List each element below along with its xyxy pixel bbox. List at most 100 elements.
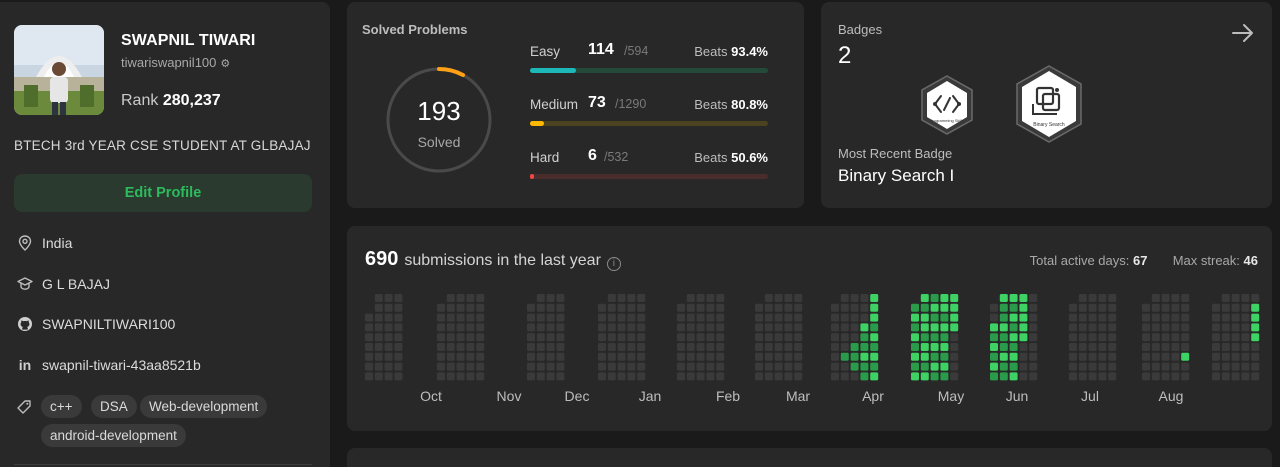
heatmap-cell[interactable] <box>1019 313 1028 322</box>
heatmap-cell[interactable] <box>536 303 545 312</box>
heatmap-cell[interactable] <box>374 323 383 332</box>
heatmap-cell[interactable] <box>1212 323 1220 332</box>
heatmap-cell[interactable] <box>1142 343 1150 351</box>
heatmap-cell[interactable] <box>1212 303 1220 312</box>
heatmap-cell[interactable] <box>527 352 535 361</box>
heatmap-cell[interactable] <box>617 303 626 312</box>
heatmap-cell[interactable] <box>1069 362 1077 371</box>
heatmap-cell[interactable] <box>755 343 763 351</box>
heatmap-cell[interactable] <box>706 303 715 312</box>
heatmap-cell[interactable] <box>527 333 535 342</box>
arrow-right-icon[interactable] <box>1230 20 1256 46</box>
heatmap-cell[interactable] <box>1241 352 1250 361</box>
heatmap-cell[interactable] <box>1069 313 1077 322</box>
heatmap-cell[interactable] <box>637 303 646 312</box>
heatmap-cell[interactable] <box>1029 372 1038 381</box>
heatmap-cell[interactable] <box>696 343 705 351</box>
heatmap-cell[interactable] <box>794 362 803 371</box>
heatmap-cell[interactable] <box>607 362 616 371</box>
heatmap-cell[interactable] <box>840 372 849 381</box>
heatmap-cell[interactable] <box>476 313 485 322</box>
heatmap-cell[interactable] <box>1029 333 1038 342</box>
heatmap-cell[interactable] <box>1161 362 1170 371</box>
heatmap-cell[interactable] <box>1151 362 1160 371</box>
heatmap-cell[interactable] <box>1098 352 1107 361</box>
heatmap-cell[interactable] <box>1181 303 1190 312</box>
heatmap-cell[interactable] <box>1098 343 1107 351</box>
heatmap-cell[interactable] <box>774 343 783 351</box>
heatmap-cell[interactable] <box>716 323 725 332</box>
heatmap-cell[interactable] <box>394 303 403 312</box>
heatmap-cell[interactable] <box>627 343 636 351</box>
heatmap-cell[interactable] <box>911 323 919 332</box>
heatmap-cell[interactable] <box>627 372 636 381</box>
heatmap-cell[interactable] <box>686 294 695 302</box>
heatmap-cell[interactable] <box>1088 343 1097 351</box>
heatmap-cell[interactable] <box>696 372 705 381</box>
heatmap-cell[interactable] <box>637 352 646 361</box>
heatmap-cell[interactable] <box>1161 294 1170 302</box>
heatmap-cell[interactable] <box>1029 323 1038 332</box>
heatmap-cell[interactable] <box>1251 333 1260 342</box>
heatmap-cell[interactable] <box>860 323 869 332</box>
heatmap-cell[interactable] <box>1231 303 1240 312</box>
heatmap-cell[interactable] <box>990 323 998 332</box>
heatmap-cell[interactable] <box>1251 303 1260 312</box>
heatmap-cell[interactable] <box>940 343 949 351</box>
heatmap-cell[interactable] <box>990 303 998 312</box>
heatmap-cell[interactable] <box>920 343 929 351</box>
heatmap-cell[interactable] <box>394 372 403 381</box>
info-icon[interactable]: i <box>606 256 621 271</box>
heatmap-cell[interactable] <box>1161 333 1170 342</box>
heatmap-cell[interactable] <box>546 333 555 342</box>
heatmap-cell[interactable] <box>677 362 685 371</box>
github-link[interactable]: SWAPNILTIWARI100 <box>42 316 175 332</box>
heatmap-cell[interactable] <box>1161 313 1170 322</box>
heatmap-cell[interactable] <box>794 372 803 381</box>
heatmap-cell[interactable] <box>476 352 485 361</box>
heatmap-cell[interactable] <box>437 352 445 361</box>
heatmap-cell[interactable] <box>374 294 383 302</box>
heatmap-cell[interactable] <box>840 362 849 371</box>
heatmap-cell[interactable] <box>1151 313 1160 322</box>
heatmap-cell[interactable] <box>706 362 715 371</box>
heatmap-cell[interactable] <box>1171 343 1180 351</box>
heatmap-cell[interactable] <box>1151 323 1160 332</box>
heatmap-cell[interactable] <box>456 362 465 371</box>
heatmap-cell[interactable] <box>536 362 545 371</box>
heatmap-cell[interactable] <box>911 372 919 381</box>
heatmap-cell[interactable] <box>794 343 803 351</box>
heatmap-cell[interactable] <box>1151 333 1160 342</box>
heatmap-cell[interactable] <box>840 313 849 322</box>
heatmap-cell[interactable] <box>774 323 783 332</box>
heatmap-cell[interactable] <box>466 333 475 342</box>
heatmap-cell[interactable] <box>456 343 465 351</box>
heatmap-cell[interactable] <box>1098 294 1107 302</box>
heatmap-cell[interactable] <box>1078 313 1087 322</box>
heatmap-cell[interactable] <box>706 333 715 342</box>
heatmap-cell[interactable] <box>1108 303 1117 312</box>
heatmap-cell[interactable] <box>556 362 565 371</box>
heatmap-cell[interactable] <box>456 372 465 381</box>
heatmap-cell[interactable] <box>1088 362 1097 371</box>
heatmap-cell[interactable] <box>1171 313 1180 322</box>
avatar[interactable] <box>14 25 104 115</box>
heatmap-cell[interactable] <box>1009 313 1018 322</box>
heatmap-cell[interactable] <box>920 372 929 381</box>
heatmap-cell[interactable] <box>546 313 555 322</box>
heatmap-cell[interactable] <box>456 313 465 322</box>
heatmap-cell[interactable] <box>1212 362 1220 371</box>
heatmap-cell[interactable] <box>627 333 636 342</box>
heatmap-cell[interactable] <box>1241 333 1250 342</box>
heatmap-cell[interactable] <box>696 294 705 302</box>
heatmap-cell[interactable] <box>677 303 685 312</box>
heatmap-cell[interactable] <box>920 323 929 332</box>
heatmap-cell[interactable] <box>536 372 545 381</box>
heatmap-cell[interactable] <box>870 333 879 342</box>
heatmap-cell[interactable] <box>627 323 636 332</box>
heatmap-cell[interactable] <box>1171 372 1180 381</box>
heatmap-cell[interactable] <box>870 303 879 312</box>
heatmap-cell[interactable] <box>840 352 849 361</box>
heatmap-cell[interactable] <box>1171 333 1180 342</box>
heatmap-cell[interactable] <box>784 294 793 302</box>
